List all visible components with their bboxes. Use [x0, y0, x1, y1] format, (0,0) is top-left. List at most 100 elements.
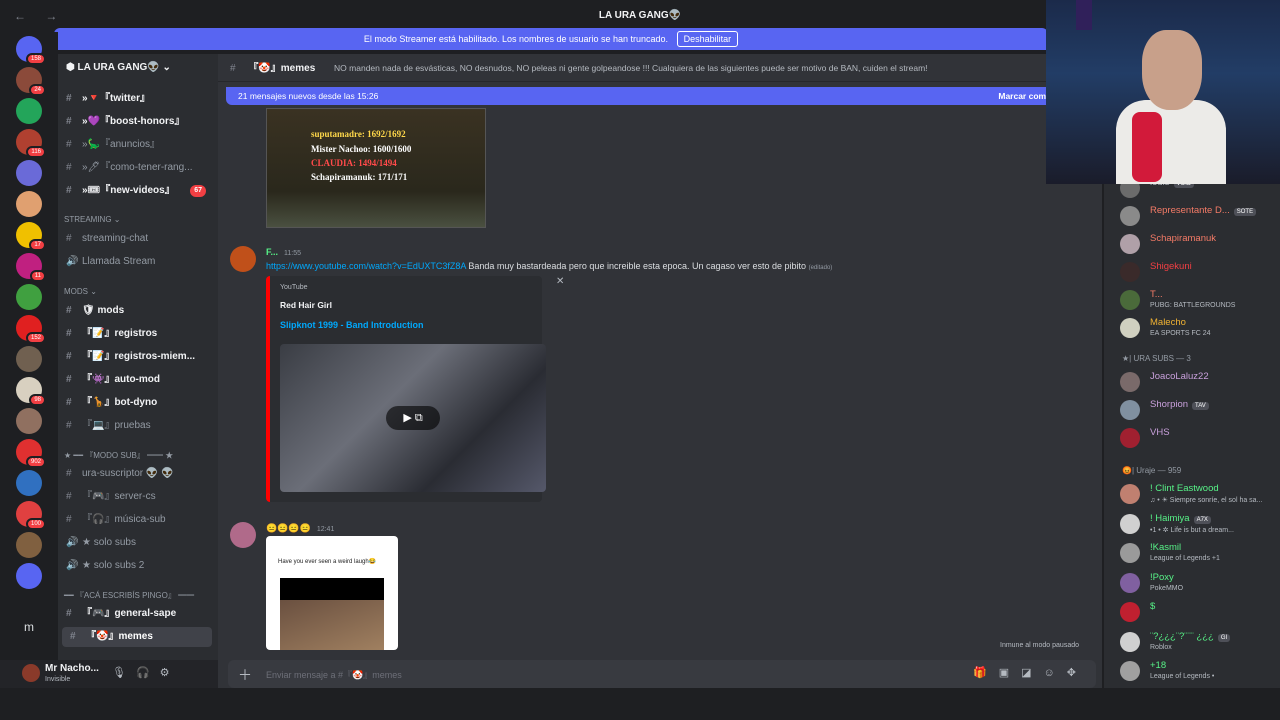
- channel-item[interactable]: 🔊 ★ solo subs 2: [58, 556, 214, 576]
- channel-category[interactable]: ★ ━━ 『MODO SUB』 ━━ ★: [64, 450, 173, 461]
- server-icon[interactable]: [16, 346, 42, 372]
- gear-icon[interactable]: ⚙: [160, 667, 180, 679]
- apps-icon[interactable]: ✥: [1067, 667, 1088, 679]
- channel-item[interactable]: # 『🦒』bot-dyno: [58, 393, 214, 413]
- channel-item[interactable]: 🔊 ★ solo subs: [58, 533, 214, 553]
- server-icon[interactable]: [16, 284, 42, 310]
- server-icon[interactable]: 100: [16, 501, 46, 530]
- gift-icon[interactable]: 🎁: [973, 667, 999, 679]
- channel-item[interactable]: # 🛡 mods: [58, 301, 214, 321]
- decoration: [1076, 0, 1092, 30]
- channel-item[interactable]: # 『🎮』server-cs: [58, 487, 214, 507]
- embed-author[interactable]: Red Hair Girl: [280, 300, 332, 310]
- youtube-link[interactable]: https://www.youtube.com/watch?v=EdUXTC3f…: [266, 261, 466, 271]
- channel-item[interactable]: # »💜『boost-honors』: [58, 112, 214, 132]
- message-author[interactable]: F... 11:55: [266, 247, 301, 257]
- member-item[interactable]: JoacoLaluz22: [1120, 368, 1280, 396]
- meme-image[interactable]: Have you ever seen a weird laugh😂: [266, 536, 398, 650]
- member-item[interactable]: Shigekuni: [1120, 258, 1280, 286]
- disable-streamer-button[interactable]: Deshabilitar: [676, 31, 739, 47]
- hash-icon: #: [66, 328, 72, 339]
- hash-icon: #: [66, 162, 72, 173]
- server-icon[interactable]: [16, 408, 42, 434]
- member-item[interactable]: Shorpion TAV: [1120, 396, 1280, 424]
- message-author[interactable]: 😑😑😑😑 12:41: [266, 523, 334, 534]
- channel-item[interactable]: # streaming-chat: [58, 229, 214, 249]
- video-thumbnail[interactable]: ▶ ⧉: [280, 344, 546, 492]
- member-item[interactable]: ¨?¿¿¿¨?¨¨¨ ¿¿¿ GI Roblox: [1120, 628, 1280, 656]
- channel-item[interactable]: # »🎟『new-videos』 67: [58, 181, 214, 201]
- member-activity: League of Legends •: [1150, 673, 1215, 680]
- server-icon[interactable]: [16, 470, 42, 496]
- member-item[interactable]: Malecho EA SPORTS FC 24: [1120, 314, 1280, 342]
- server-icon[interactable]: 24: [16, 67, 46, 96]
- member-item[interactable]: +18 League of Legends •: [1120, 657, 1280, 685]
- member-item[interactable]: ! Haimiya A7X •1 • ✲ Life is but a dream..…: [1120, 510, 1280, 538]
- add-attachment-icon[interactable]: ＋: [238, 665, 252, 685]
- member-item[interactable]: $: [1120, 598, 1280, 626]
- server-icon[interactable]: [16, 532, 42, 558]
- server-icon[interactable]: 152: [16, 315, 46, 344]
- channel-item[interactable]: # 『👾』auto-mod: [58, 370, 214, 390]
- member-item[interactable]: Schapiramanuk: [1120, 230, 1280, 258]
- channel-topic[interactable]: NO manden nada de esvásticas, NO desnudo…: [334, 63, 927, 73]
- member-name: !Kasmil: [1150, 542, 1182, 553]
- channel-item[interactable]: # 『🤡』memes: [62, 627, 212, 647]
- channel-item[interactable]: # 『🎮』general-sape: [58, 604, 214, 624]
- member-name: JoacoLaluz22: [1150, 371, 1209, 382]
- server-icon[interactable]: 98: [16, 377, 46, 406]
- channel-category[interactable]: STREAMING ⌄: [64, 215, 120, 224]
- channel-item[interactable]: # 『📝』registros: [58, 324, 214, 344]
- message-input[interactable]: ＋ Enviar mensaje a #『🤡』memes 🎁▣◪☺✥: [228, 660, 1096, 688]
- mic-icon[interactable]: 🎙: [112, 667, 136, 679]
- member-item[interactable]: !Kasmil League of Legends +1: [1120, 539, 1280, 567]
- sticker-icon[interactable]: ◪: [1021, 667, 1043, 679]
- channel-item[interactable]: # »🖊『como-tener-rang...: [58, 158, 214, 178]
- embed-title[interactable]: Slipknot 1999 - Band Introduction: [280, 320, 424, 330]
- server-icon[interactable]: 17: [16, 222, 46, 251]
- channel-name: »🎟『new-videos』: [82, 185, 175, 196]
- channel-item[interactable]: # »🔻『twitter』: [58, 89, 214, 109]
- gif-icon[interactable]: ▣: [999, 667, 1021, 679]
- game-screenshot[interactable]: suputamadre: 1692/1692 Mister Nachoo: 16…: [266, 108, 486, 228]
- avatar[interactable]: [230, 246, 256, 272]
- member-item[interactable]: !Poxy PokeMMO: [1120, 569, 1280, 597]
- hash-icon: #: [230, 63, 236, 74]
- game-line: suputamadre: 1692/1692: [311, 129, 406, 139]
- member-item[interactable]: VHS: [1120, 424, 1280, 452]
- member-item[interactable]: Representante D... SOTE: [1120, 202, 1280, 230]
- server-icon[interactable]: 116: [16, 129, 46, 158]
- input-tools: 🎁▣◪☺✥: [973, 666, 1088, 679]
- user-controls: 🎙🎧⚙: [112, 666, 180, 679]
- discord-home-icon[interactable]: 158: [16, 36, 46, 65]
- server-icon[interactable]: [16, 160, 42, 186]
- channel-item[interactable]: # ura-suscriptor 👽 👽: [58, 464, 214, 484]
- play-icon[interactable]: ▶ ⧉: [386, 406, 440, 430]
- member-item[interactable]: T... PUBG: BATTLEGROUNDS: [1120, 286, 1280, 314]
- avatar[interactable]: [230, 522, 256, 548]
- channel-item[interactable]: # 『🎧』música-sub: [58, 510, 214, 530]
- member-item[interactable]: ! Clint Eastwood ♫ • ☀ Siempre sonríe, el…: [1120, 480, 1280, 508]
- server-icon[interactable]: [16, 191, 42, 217]
- close-icon[interactable]: ✕: [556, 276, 564, 287]
- server-icon[interactable]: 902: [16, 439, 46, 468]
- channel-item[interactable]: # »🦕『anuncios』: [58, 135, 214, 155]
- avatar[interactable]: [22, 664, 40, 682]
- server-icon[interactable]: [16, 98, 42, 124]
- emoji-icon[interactable]: ☺: [1044, 667, 1067, 679]
- channel-item[interactable]: # 『💻』pruebas: [58, 416, 214, 436]
- hash-icon: #: [66, 116, 72, 127]
- hash-icon: #: [66, 185, 72, 196]
- folder-icon[interactable]: [16, 563, 42, 589]
- channel-category[interactable]: mods ⌄: [64, 287, 97, 296]
- channel-item[interactable]: # 『📝』registros-miem...: [58, 347, 214, 367]
- new-messages-bar[interactable]: 21 mensajes nuevos desde las 15:26 Marca…: [226, 87, 1056, 105]
- member-activity: Roblox: [1150, 643, 1172, 651]
- headset-icon[interactable]: 🎧: [136, 667, 160, 679]
- server-icon[interactable]: 11: [16, 253, 46, 282]
- avatar: [1120, 262, 1140, 282]
- server-m-icon[interactable]: m: [16, 614, 42, 640]
- server-header[interactable]: ⬢ LA URA GANG👽 ⌄: [58, 54, 218, 82]
- channel-category[interactable]: ━━ 『acá escribís pingo』 ━━: [64, 590, 194, 601]
- channel-item[interactable]: 🔊 Llamada Stream: [58, 252, 214, 272]
